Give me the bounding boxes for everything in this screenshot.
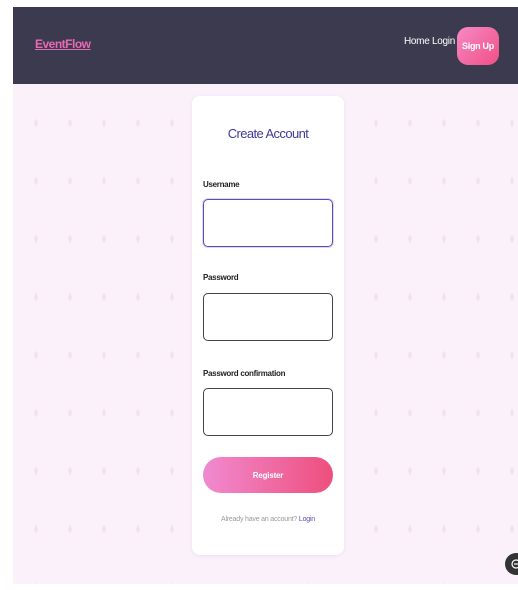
password-confirmation-input[interactable] bbox=[203, 388, 333, 436]
top-navbar: EventFlow Home Login Sign Up bbox=[13, 7, 518, 84]
page: EventFlow Home Login Sign Up Create Acco… bbox=[0, 0, 518, 590]
chat-icon bbox=[505, 553, 518, 575]
signup-button[interactable]: Sign Up bbox=[457, 27, 499, 65]
page-title: Create Account bbox=[227, 126, 309, 141]
login-prompt: Already have an account? Login bbox=[192, 516, 344, 523]
brand-logo-link[interactable]: EventFlow bbox=[35, 37, 91, 51]
username-input[interactable] bbox=[203, 199, 333, 247]
register-card: Create Account Username Password Passwor… bbox=[192, 96, 344, 555]
register-button[interactable]: Register bbox=[203, 457, 333, 493]
floating-chat-button[interactable] bbox=[505, 553, 518, 575]
password-label: Password bbox=[203, 273, 239, 282]
login-link[interactable]: Login bbox=[299, 516, 315, 523]
nav-home-link[interactable]: Home bbox=[404, 36, 430, 47]
password-input[interactable] bbox=[203, 293, 333, 341]
username-label: Username bbox=[203, 180, 240, 189]
password-confirmation-label: Password confirmation bbox=[203, 369, 286, 378]
nav-login-link[interactable]: Login bbox=[432, 36, 455, 47]
login-prompt-text: Already have an account? bbox=[220, 516, 298, 523]
